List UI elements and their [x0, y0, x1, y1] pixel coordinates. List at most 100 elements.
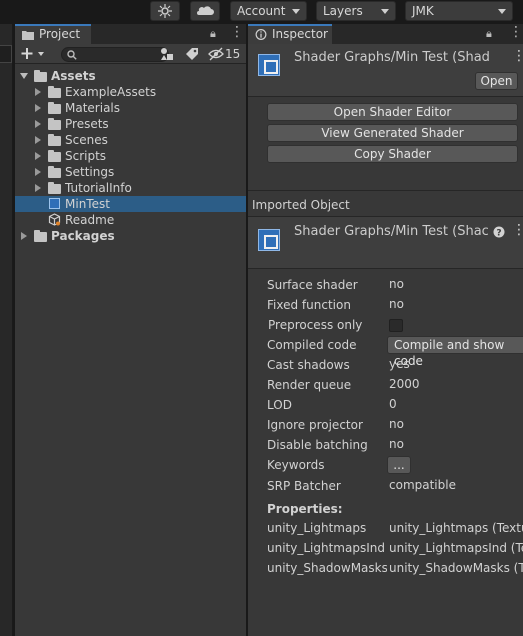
tab-project-label: Project — [39, 27, 81, 41]
property-key: SRP Batcher — [267, 479, 341, 493]
kebab-menu-icon[interactable]: ⋮ — [512, 222, 523, 238]
layers-dropdown[interactable]: Layers — [316, 1, 396, 21]
collapse-arrow-icon[interactable] — [21, 232, 27, 240]
property-row: Surface shader no — [248, 276, 523, 294]
svg-text:?: ? — [496, 229, 501, 239]
project-panel: Project 🔒︎ ⋮ 15 Assets ExampleAssets Mat… — [15, 24, 246, 636]
tree-item[interactable]: Assets — [15, 68, 246, 84]
collapse-arrow-icon[interactable] — [35, 120, 41, 128]
shader-property-row: unity_ShadowMasks unity_ShadowMasks (T — [248, 560, 523, 578]
account-label: Account — [237, 4, 286, 18]
imported-object-header: Shader Graphs/Min Test (Shac ? ⋮ — [248, 217, 523, 269]
collapse-arrow-icon[interactable] — [35, 152, 41, 160]
property-value: no — [389, 437, 404, 451]
view-generated-shader-button[interactable]: View Generated Shader — [267, 124, 518, 142]
project-search-input[interactable] — [61, 47, 169, 62]
property-row: Cast shadows yes — [248, 356, 523, 374]
plus-icon — [21, 48, 44, 59]
property-key: Preprocess only — [268, 318, 363, 332]
layout-label: JMK — [412, 4, 434, 18]
kebab-menu-icon[interactable]: ⋮ — [512, 48, 523, 64]
divider — [248, 190, 523, 191]
folder-icon — [48, 118, 61, 130]
property-key: Keywords — [267, 458, 325, 472]
tree-item-label: Readme — [65, 213, 115, 227]
tree-item[interactable]: Materials — [15, 100, 246, 116]
collapse-arrow-icon[interactable] — [35, 104, 41, 112]
collapse-arrow-icon[interactable] — [35, 168, 41, 176]
folder-icon — [48, 182, 61, 194]
filter-by-label-icon[interactable] — [185, 47, 199, 61]
tree-item[interactable]: TutorialInfo — [15, 180, 246, 196]
copy-shader-label: Copy Shader — [354, 147, 431, 161]
property-row: Fixed function no — [248, 296, 523, 314]
lock-icon[interactable]: 🔒︎ — [486, 27, 492, 41]
property-key: Compiled code — [267, 338, 357, 352]
collapse-arrow-icon[interactable] — [35, 184, 41, 192]
property-row: Ignore projector no — [248, 416, 523, 434]
folder-icon — [48, 150, 61, 162]
property-value: 2000 — [389, 377, 420, 391]
tree-item[interactable]: ExampleAssets — [15, 84, 246, 100]
collapse-arrow-icon[interactable] — [35, 136, 41, 144]
tree-item-label: TutorialInfo — [65, 181, 132, 195]
filter-by-type-icon[interactable] — [160, 47, 174, 61]
collapsed-search-field[interactable] — [0, 45, 12, 63]
eye-slash-icon — [208, 47, 224, 61]
project-toolbar: 15 — [15, 44, 246, 64]
shader-property-key: unity_LightmapsInd — [267, 541, 385, 555]
property-value: no — [389, 417, 404, 431]
tab-inspector-label: Inspector — [272, 27, 328, 41]
collab-icon — [158, 4, 172, 18]
main-toolbar: Account Layers JMK — [0, 0, 523, 24]
tree-item-label: MinTest — [65, 197, 110, 211]
property-row: Keywords... — [248, 456, 523, 474]
imported-title: Shader Graphs/Min Test (Shac — [294, 224, 489, 239]
folder-icon — [48, 86, 61, 98]
view-generated-shader-label: View Generated Shader — [321, 126, 464, 140]
info-icon — [255, 29, 267, 40]
collab-button[interactable] — [150, 1, 180, 21]
tree-item-label: Assets — [51, 69, 96, 83]
tree-item[interactable]: Readme — [15, 212, 246, 228]
open-button[interactable]: Open — [475, 72, 518, 90]
tree-item-label: ExampleAssets — [65, 85, 157, 99]
tree-item-label: Scripts — [65, 149, 107, 163]
folder-icon — [34, 230, 47, 242]
chevron-down-icon — [498, 9, 506, 14]
tree-item[interactable]: Packages — [15, 228, 246, 244]
expand-arrow-icon[interactable] — [20, 73, 28, 79]
tab-inspector[interactable]: Inspector — [248, 24, 332, 44]
tree-item[interactable]: Presets — [15, 116, 246, 132]
kebab-menu-icon[interactable]: ⋮ — [230, 24, 244, 40]
tab-project[interactable]: Project — [15, 24, 91, 44]
tree-item[interactable]: Scenes — [15, 132, 246, 148]
cloud-button[interactable] — [190, 1, 220, 21]
keywords-button[interactable]: ... — [387, 456, 411, 474]
open-shader-editor-button[interactable]: Open Shader Editor — [267, 103, 518, 121]
property-value: no — [389, 297, 404, 311]
compile-and-show-code-button[interactable]: Compile and show code — [387, 336, 523, 368]
account-dropdown[interactable]: Account — [230, 1, 307, 21]
tree-item-label: Scenes — [65, 133, 108, 147]
property-row: Preprocess only — [248, 316, 523, 334]
lock-icon[interactable]: 🔒︎ — [210, 27, 216, 41]
folder-icon — [34, 70, 47, 82]
create-button[interactable] — [21, 45, 51, 62]
copy-shader-button[interactable]: Copy Shader — [267, 145, 518, 163]
inspector-panel: Inspector 🔒︎ ⋮ Shader Graphs/Min Test (S… — [248, 24, 523, 636]
tree-item-label: Packages — [51, 229, 115, 243]
cloud-icon — [197, 6, 214, 16]
collapse-arrow-icon[interactable] — [35, 88, 41, 96]
help-icon[interactable]: ? — [493, 226, 505, 238]
preprocess-only-checkbox[interactable] — [389, 319, 403, 332]
tree-item[interactable]: MinTest — [15, 196, 246, 212]
property-key: Fixed function — [267, 298, 351, 312]
kebab-menu-icon[interactable]: ⋮ — [509, 24, 523, 40]
shader-property-value: unity_ShadowMasks (T — [389, 561, 523, 575]
layout-dropdown[interactable]: JMK — [405, 1, 513, 21]
tree-item[interactable]: Scripts — [15, 148, 246, 164]
asset-cube-icon — [48, 213, 61, 226]
tree-item[interactable]: Settings — [15, 164, 246, 180]
property-key: Cast shadows — [267, 358, 350, 372]
